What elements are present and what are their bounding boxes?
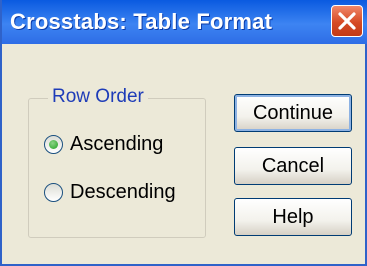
descending-label[interactable]: Descending bbox=[70, 181, 176, 204]
row-order-group-label: Row Order bbox=[48, 86, 148, 108]
window-title: Crosstabs: Table Format bbox=[10, 9, 273, 34]
title-bar[interactable]: Crosstabs: Table Format bbox=[2, 0, 367, 44]
ascending-radio[interactable] bbox=[44, 135, 63, 154]
close-icon bbox=[338, 12, 356, 30]
ascending-radio-option[interactable]: Ascending bbox=[44, 133, 163, 156]
descending-radio-option[interactable]: Descending bbox=[44, 181, 176, 204]
table-format-dialog: Crosstabs: Table Format Row Order Ascend… bbox=[0, 0, 367, 266]
radio-selected-dot bbox=[49, 140, 58, 149]
cancel-button[interactable]: Cancel bbox=[234, 147, 352, 185]
help-button[interactable]: Help bbox=[234, 198, 352, 236]
ascending-label[interactable]: Ascending bbox=[70, 133, 163, 156]
descending-radio[interactable] bbox=[44, 183, 63, 202]
close-button[interactable] bbox=[331, 5, 363, 37]
continue-button[interactable]: Continue bbox=[234, 94, 352, 132]
row-order-group bbox=[28, 98, 206, 238]
